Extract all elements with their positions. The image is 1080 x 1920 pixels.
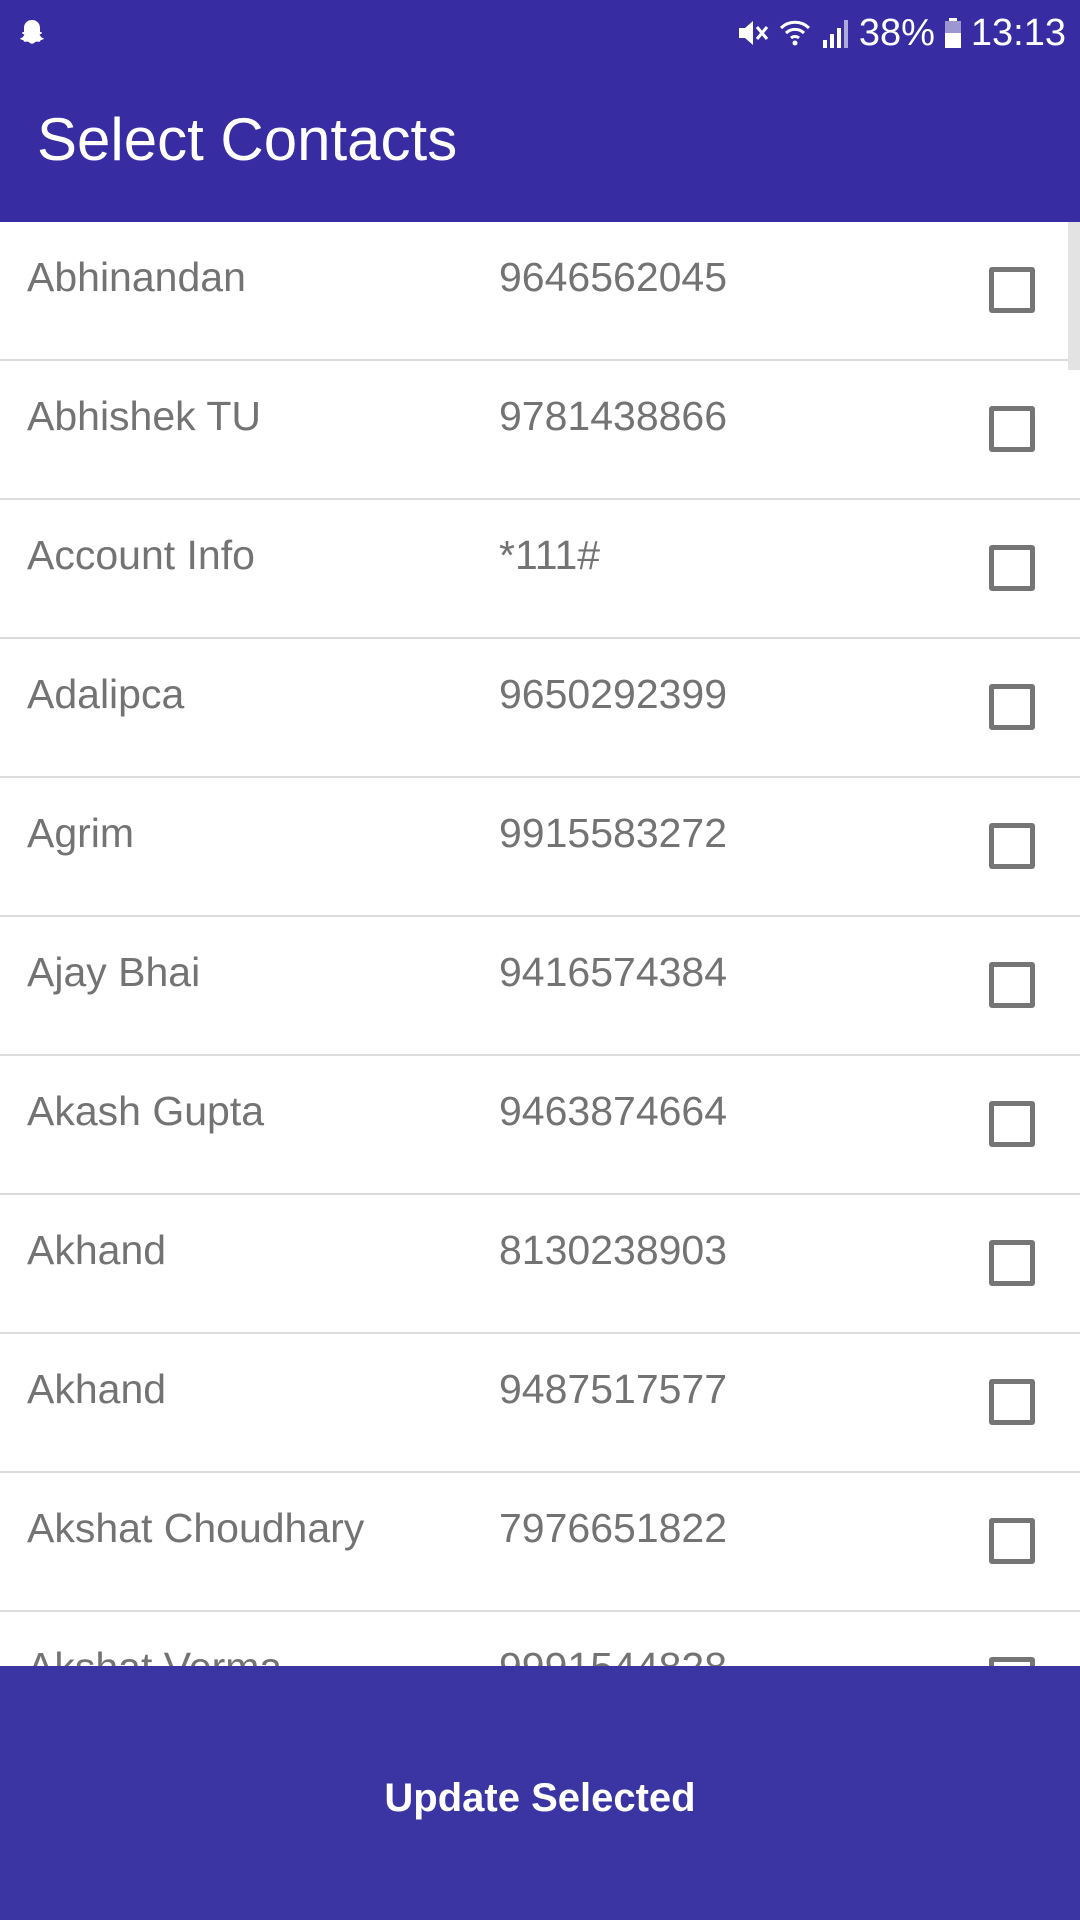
contact-name: Akhand <box>27 1366 167 1412</box>
contact-name: Akshat Verma <box>27 1644 282 1666</box>
select-checkbox[interactable] <box>989 1379 1035 1425</box>
contact-phone: 9991544828 <box>499 1644 727 1666</box>
contact-row[interactable]: Akash Gupta 9463874664 <box>0 1056 1080 1195</box>
select-checkbox[interactable] <box>989 545 1035 591</box>
signal-icon <box>819 16 851 50</box>
list-scrollbar[interactable] <box>1068 222 1080 370</box>
contact-row[interactable]: Akhand 9487517577 <box>0 1334 1080 1473</box>
contact-name: Agrim <box>27 810 135 856</box>
app-bar: Select Contacts <box>0 66 1080 222</box>
contact-name: Abhinandan <box>27 254 246 300</box>
contact-name: Account Info <box>27 532 255 578</box>
select-checkbox[interactable] <box>989 1240 1035 1286</box>
contact-phone: 9416574384 <box>499 949 728 995</box>
contact-phone: 7976651822 <box>499 1505 728 1551</box>
select-checkbox[interactable] <box>989 1518 1035 1564</box>
status-bar: 38% 13:13 <box>0 0 1080 66</box>
contact-row[interactable]: Adalipca 9650292399 <box>0 639 1080 778</box>
contact-phone: 9781438866 <box>499 393 728 439</box>
contact-name: Akhand <box>27 1227 167 1273</box>
contact-row[interactable]: Akshat Choudhary 7976651822 <box>0 1473 1080 1612</box>
contact-phone: 9915583272 <box>499 810 728 856</box>
select-checkbox[interactable] <box>989 684 1035 730</box>
contact-row[interactable]: Akshat Verma 9991544828 <box>0 1612 1080 1666</box>
page-title: Select Contacts <box>37 106 458 173</box>
select-checkbox[interactable] <box>989 406 1035 452</box>
contact-row[interactable]: Ajay Bhai 9416574384 <box>0 917 1080 1056</box>
contact-phone: 9646562045 <box>499 254 728 300</box>
contact-phone: 8130238903 <box>499 1227 728 1273</box>
mute-icon <box>735 16 771 50</box>
contact-row[interactable]: Akhand 8130238903 <box>0 1195 1080 1334</box>
contact-list[interactable]: Abhinandan 9646562045 Abhishek TU 978143… <box>0 222 1080 1666</box>
contact-name: Akash Gupta <box>27 1088 265 1134</box>
select-checkbox[interactable] <box>989 823 1035 869</box>
snapchat-ghost-icon <box>16 16 48 48</box>
contact-phone: *111# <box>499 532 601 578</box>
update-selected-label: Update Selected <box>384 1775 696 1820</box>
status-icons: 38% 13:13 <box>735 0 1066 66</box>
contact-name: Akshat Choudhary <box>27 1505 365 1551</box>
update-selected-button[interactable]: Update Selected <box>0 1666 1080 1920</box>
contact-row[interactable]: Abhinandan 9646562045 <box>0 222 1080 361</box>
contact-phone: 9650292399 <box>499 671 728 717</box>
battery-icon <box>943 16 963 50</box>
select-checkbox[interactable] <box>989 962 1035 1008</box>
contact-name: Ajay Bhai <box>27 949 201 995</box>
contact-row[interactable]: Agrim 9915583272 <box>0 778 1080 917</box>
contact-phone: 9487517577 <box>499 1366 728 1412</box>
contact-name: Abhishek TU <box>27 393 261 439</box>
select-checkbox[interactable] <box>989 1657 1035 1666</box>
contact-row[interactable]: Abhishek TU 9781438866 <box>0 361 1080 500</box>
battery-percent: 38% <box>858 11 935 54</box>
contact-phone: 9463874664 <box>499 1088 728 1134</box>
clock: 13:13 <box>970 11 1066 54</box>
contact-row[interactable]: Account Info *111# <box>0 500 1080 639</box>
wifi-icon <box>779 16 811 50</box>
select-checkbox[interactable] <box>989 1101 1035 1147</box>
contact-name: Adalipca <box>27 671 185 717</box>
select-checkbox[interactable] <box>989 267 1035 313</box>
